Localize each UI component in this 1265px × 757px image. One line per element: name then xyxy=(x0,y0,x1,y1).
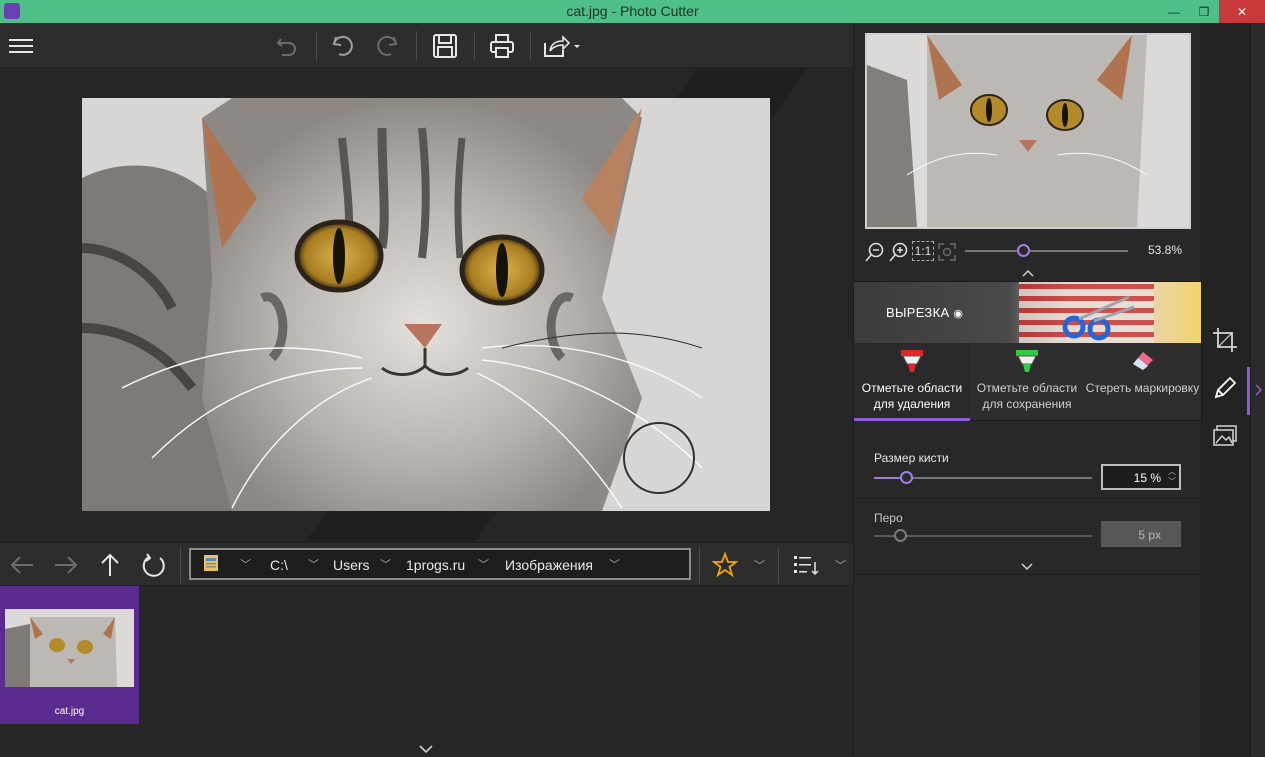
cutout-banner[interactable]: ВЫРЕЗКА ◉ xyxy=(854,281,1201,343)
refresh-icon[interactable] xyxy=(139,550,169,580)
tab-erase-marking[interactable]: Стереть маркировку xyxy=(1084,343,1201,421)
thumbnail-strip: cat.jpg xyxy=(0,586,853,757)
fit-to-window-icon[interactable] xyxy=(936,241,958,263)
toolbar-separator xyxy=(316,31,317,61)
feather-input[interactable]: 5 px xyxy=(1101,521,1181,547)
zoom-controls: 1:1 53.8% xyxy=(864,239,1194,263)
brush-size-section: Размер кисти 15 % ︿ ﹀ xyxy=(854,421,1201,499)
pencil-icon[interactable] xyxy=(1210,373,1240,403)
thumbnail-item[interactable]: cat.jpg xyxy=(0,586,139,724)
nav-separator xyxy=(778,547,779,583)
toolbar-separator xyxy=(530,31,531,61)
chevron-down-icon[interactable]: ﹀ xyxy=(240,556,251,572)
hamburger-icon[interactable] xyxy=(6,31,36,61)
minimize-button[interactable]: — xyxy=(1159,0,1189,23)
chevron-down-icon[interactable]: ﹀ xyxy=(478,556,489,572)
chevron-right-icon[interactable] xyxy=(1254,383,1264,397)
share-icon[interactable] xyxy=(542,31,584,61)
feather-slider-track[interactable] xyxy=(874,535,1092,537)
tab-mark-keep[interactable]: Отметьте области для сохранения xyxy=(970,343,1084,421)
breadcrumb-folder[interactable]: 1progs.ru xyxy=(406,557,465,573)
chevron-down-icon[interactable]: ﹀ xyxy=(308,556,319,572)
eye-icon: ◉ xyxy=(953,308,964,320)
chevron-down-icon[interactable]: ﹀ xyxy=(754,557,765,573)
actual-size-button[interactable]: 1:1 xyxy=(912,241,934,261)
window-controls: — ❐ ✕ xyxy=(1159,0,1265,23)
nav-separator xyxy=(699,547,700,583)
crop-icon[interactable] xyxy=(1210,325,1240,355)
print-icon[interactable] xyxy=(487,31,517,61)
toolbar-separator xyxy=(416,31,417,61)
zoom-slider-knob[interactable] xyxy=(1017,244,1031,257)
restore-button[interactable]: ❐ xyxy=(1189,0,1219,23)
folder-icon xyxy=(203,554,219,572)
chevron-down-icon[interactable]: ﹀ xyxy=(380,556,391,572)
brush-size-input[interactable]: 15 % ︿ ﹀ xyxy=(1101,464,1181,490)
toolbar-separator xyxy=(474,31,475,61)
photo-cutter-window: cat.jpg - Photo Cutter — ❐ ✕ ﹀ C:\ ﹀ Use… xyxy=(0,0,1265,757)
chevron-down-icon[interactable]: ﹀ xyxy=(609,556,620,572)
nav-separator xyxy=(180,547,181,583)
tab-line2: для удаления xyxy=(873,397,951,411)
up-arrow-icon[interactable] xyxy=(95,550,125,580)
save-icon[interactable] xyxy=(430,31,460,61)
tab-mark-remove[interactable]: Отметьте области для удаления xyxy=(854,343,970,421)
green-marker-icon xyxy=(1014,348,1040,380)
feather-slider-knob[interactable] xyxy=(893,529,907,542)
breadcrumb-images[interactable]: Изображения xyxy=(505,557,593,573)
zoom-in-icon[interactable] xyxy=(888,241,910,263)
undo-all-icon[interactable] xyxy=(272,31,302,61)
tab-line1: Стереть маркировку xyxy=(1085,381,1200,395)
collapse-strip[interactable] xyxy=(1250,23,1265,757)
breadcrumb-drive[interactable]: C:\ xyxy=(270,557,288,573)
tab-line1: Отметьте области xyxy=(861,381,963,395)
brush-size-value: 15 % xyxy=(1133,471,1161,485)
tab-line2: для сохранения xyxy=(982,397,1072,411)
cutout-title: ВЫРЕЗКА ◉ xyxy=(886,305,963,320)
chevron-down-icon[interactable]: ﹀ xyxy=(835,557,846,573)
navigation-bar: ﹀ C:\ ﹀ Users ﹀ 1progs.ru ﹀ Изображения … xyxy=(0,542,853,586)
cutout-mode-tabs: Отметьте области для удаления Отметьте о… xyxy=(854,343,1201,421)
tab-line1: Отметьте области xyxy=(976,381,1078,395)
brush-cursor xyxy=(623,422,695,494)
path-breadcrumb[interactable]: ﹀ C:\ ﹀ Users ﹀ 1progs.ru ﹀ Изображения … xyxy=(189,548,691,580)
right-panel: 1:1 53.8% ВЫРЕЗКА ◉ Отметьте области для… xyxy=(853,23,1201,757)
chevron-down-icon[interactable] xyxy=(1020,559,1034,577)
back-arrow-icon[interactable] xyxy=(7,550,37,580)
zoom-value: 53.8% xyxy=(1147,243,1182,257)
image-background-icon[interactable] xyxy=(1210,421,1240,451)
chevron-down-icon[interactable] xyxy=(418,741,434,757)
feather-label: Перо xyxy=(874,511,903,525)
cutout-title-text: ВЫРЕЗКА xyxy=(886,305,950,320)
redo-icon[interactable] xyxy=(372,31,402,61)
zoom-slider-track[interactable] xyxy=(965,250,1128,252)
brush-size-label: Размер кисти xyxy=(874,451,949,465)
undo-icon[interactable] xyxy=(328,31,358,61)
close-button[interactable]: ✕ xyxy=(1219,0,1265,23)
thumbnail-image xyxy=(5,609,134,687)
preview-image[interactable] xyxy=(865,33,1191,229)
scissors-icon xyxy=(1062,295,1135,341)
star-icon[interactable] xyxy=(710,550,740,580)
main-toolbar xyxy=(0,23,853,68)
forward-arrow-icon[interactable] xyxy=(51,550,81,580)
sort-list-icon[interactable] xyxy=(791,550,821,580)
feather-section: Перо 5 px xyxy=(854,499,1201,575)
spinner-arrows-icon[interactable]: ︿ ﹀ xyxy=(1168,467,1176,487)
window-title: cat.jpg - Photo Cutter xyxy=(566,3,699,19)
zoom-out-icon[interactable] xyxy=(864,241,886,263)
brush-size-slider-knob[interactable] xyxy=(900,471,914,484)
tool-strip xyxy=(1201,23,1265,757)
breadcrumb-users[interactable]: Users xyxy=(333,557,370,573)
red-marker-icon xyxy=(899,348,925,380)
title-bar: cat.jpg - Photo Cutter — ❐ ✕ xyxy=(0,0,1265,23)
image-canvas[interactable] xyxy=(0,68,853,542)
eraser-icon xyxy=(1129,348,1157,378)
thumbnail-label: cat.jpg xyxy=(54,706,85,717)
